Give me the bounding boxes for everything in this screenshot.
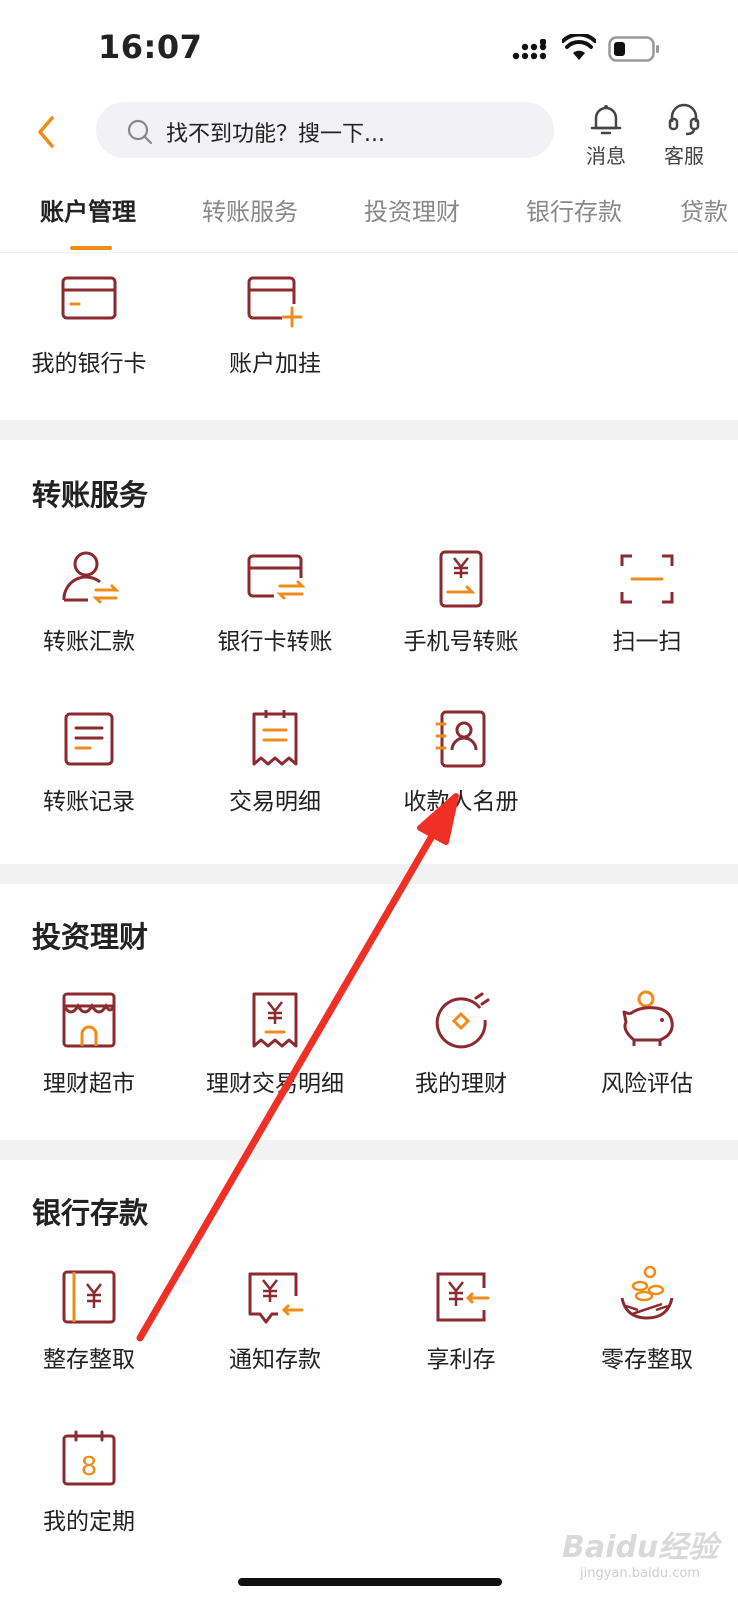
watermark-url: jingyan.baidu.com [580,1566,700,1581]
annotation-arrow [136,793,459,1342]
watermark-logo: Baidu经验 [562,1530,719,1565]
home-indicator[interactable] [238,1578,502,1586]
